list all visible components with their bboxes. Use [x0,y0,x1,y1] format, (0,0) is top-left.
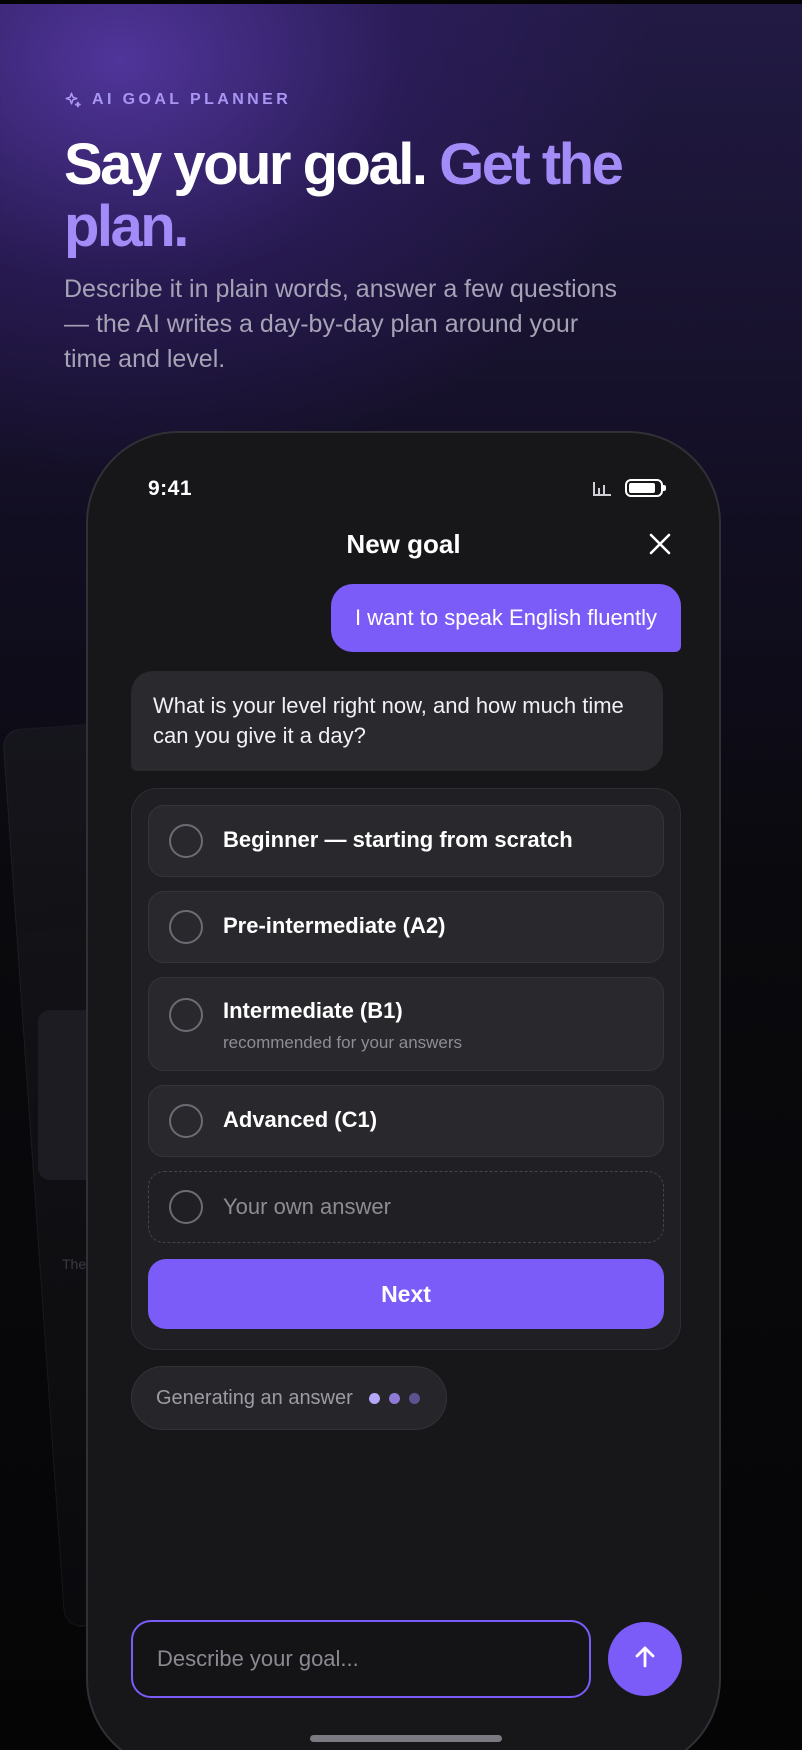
radio-button[interactable] [169,910,203,944]
own-answer-placeholder: Your own answer [223,1194,391,1219]
option-label: Intermediate (B1) [223,998,403,1023]
goal-input[interactable]: Describe your goal... [131,1620,591,1698]
headline-main: Say your goal. [64,132,428,197]
option-label: Advanced (C1) [223,1107,378,1132]
phone-mockup: 9:41 New goal I want to speak English fl… [86,431,721,1750]
answer-options-card: Beginner — starting from scratch Pre-int… [131,788,681,1350]
sheet-title: New goal [346,529,461,559]
close-icon[interactable] [645,529,675,559]
signal-icon [593,480,611,496]
top-edge [0,0,802,4]
typing-dot [368,1392,380,1404]
subhead: Describe it in plain words, answer a few… [64,275,618,373]
arrow-up-icon [631,1643,659,1676]
option-advanced[interactable]: Advanced (C1) [148,1085,664,1157]
next-button[interactable]: Next [148,1259,664,1329]
user-message-bubble: I want to speak English fluently [330,584,681,652]
option-label: Pre-intermediate (A2) [223,913,446,938]
own-answer-option[interactable]: Your own answer [148,1171,664,1243]
typing-dot [388,1392,400,1404]
eyebrow: AI GOAL PLANNER [64,88,754,112]
send-button[interactable] [608,1622,682,1696]
typing-dots [368,1392,420,1404]
ai-question-bubble: What is your level right now, and how mu… [131,671,663,771]
generating-label: Generating an answer [156,1386,353,1409]
status-icons [593,479,666,497]
sparkle-icon [64,91,82,109]
typing-dot [408,1392,420,1404]
option-pre-intermediate[interactable]: Pre-intermediate (A2) [148,891,664,963]
option-beginner[interactable]: Beginner — starting from scratch [148,805,664,877]
background-card-text: The [62,1256,87,1272]
radio-button[interactable] [169,998,203,1032]
radio-button[interactable] [169,1104,203,1138]
status-time: 9:41 [148,477,193,500]
option-intermediate[interactable]: Intermediate (B1) recommended for your a… [148,977,664,1071]
hero: AI GOAL PLANNER Say your goal. Get the p… [64,88,754,377]
generating-indicator: Generating an answer [131,1366,447,1430]
radio-button[interactable] [169,824,203,858]
battery-icon [625,479,666,497]
home-indicator [310,1735,502,1742]
radio-button[interactable] [169,1190,203,1224]
headline: Say your goal. Get the plan. [64,134,754,258]
eyebrow-label: AI GOAL PLANNER [92,91,292,108]
option-hint: recommended for your answers [223,1033,463,1052]
option-label: Beginner — starting from scratch [223,827,573,852]
